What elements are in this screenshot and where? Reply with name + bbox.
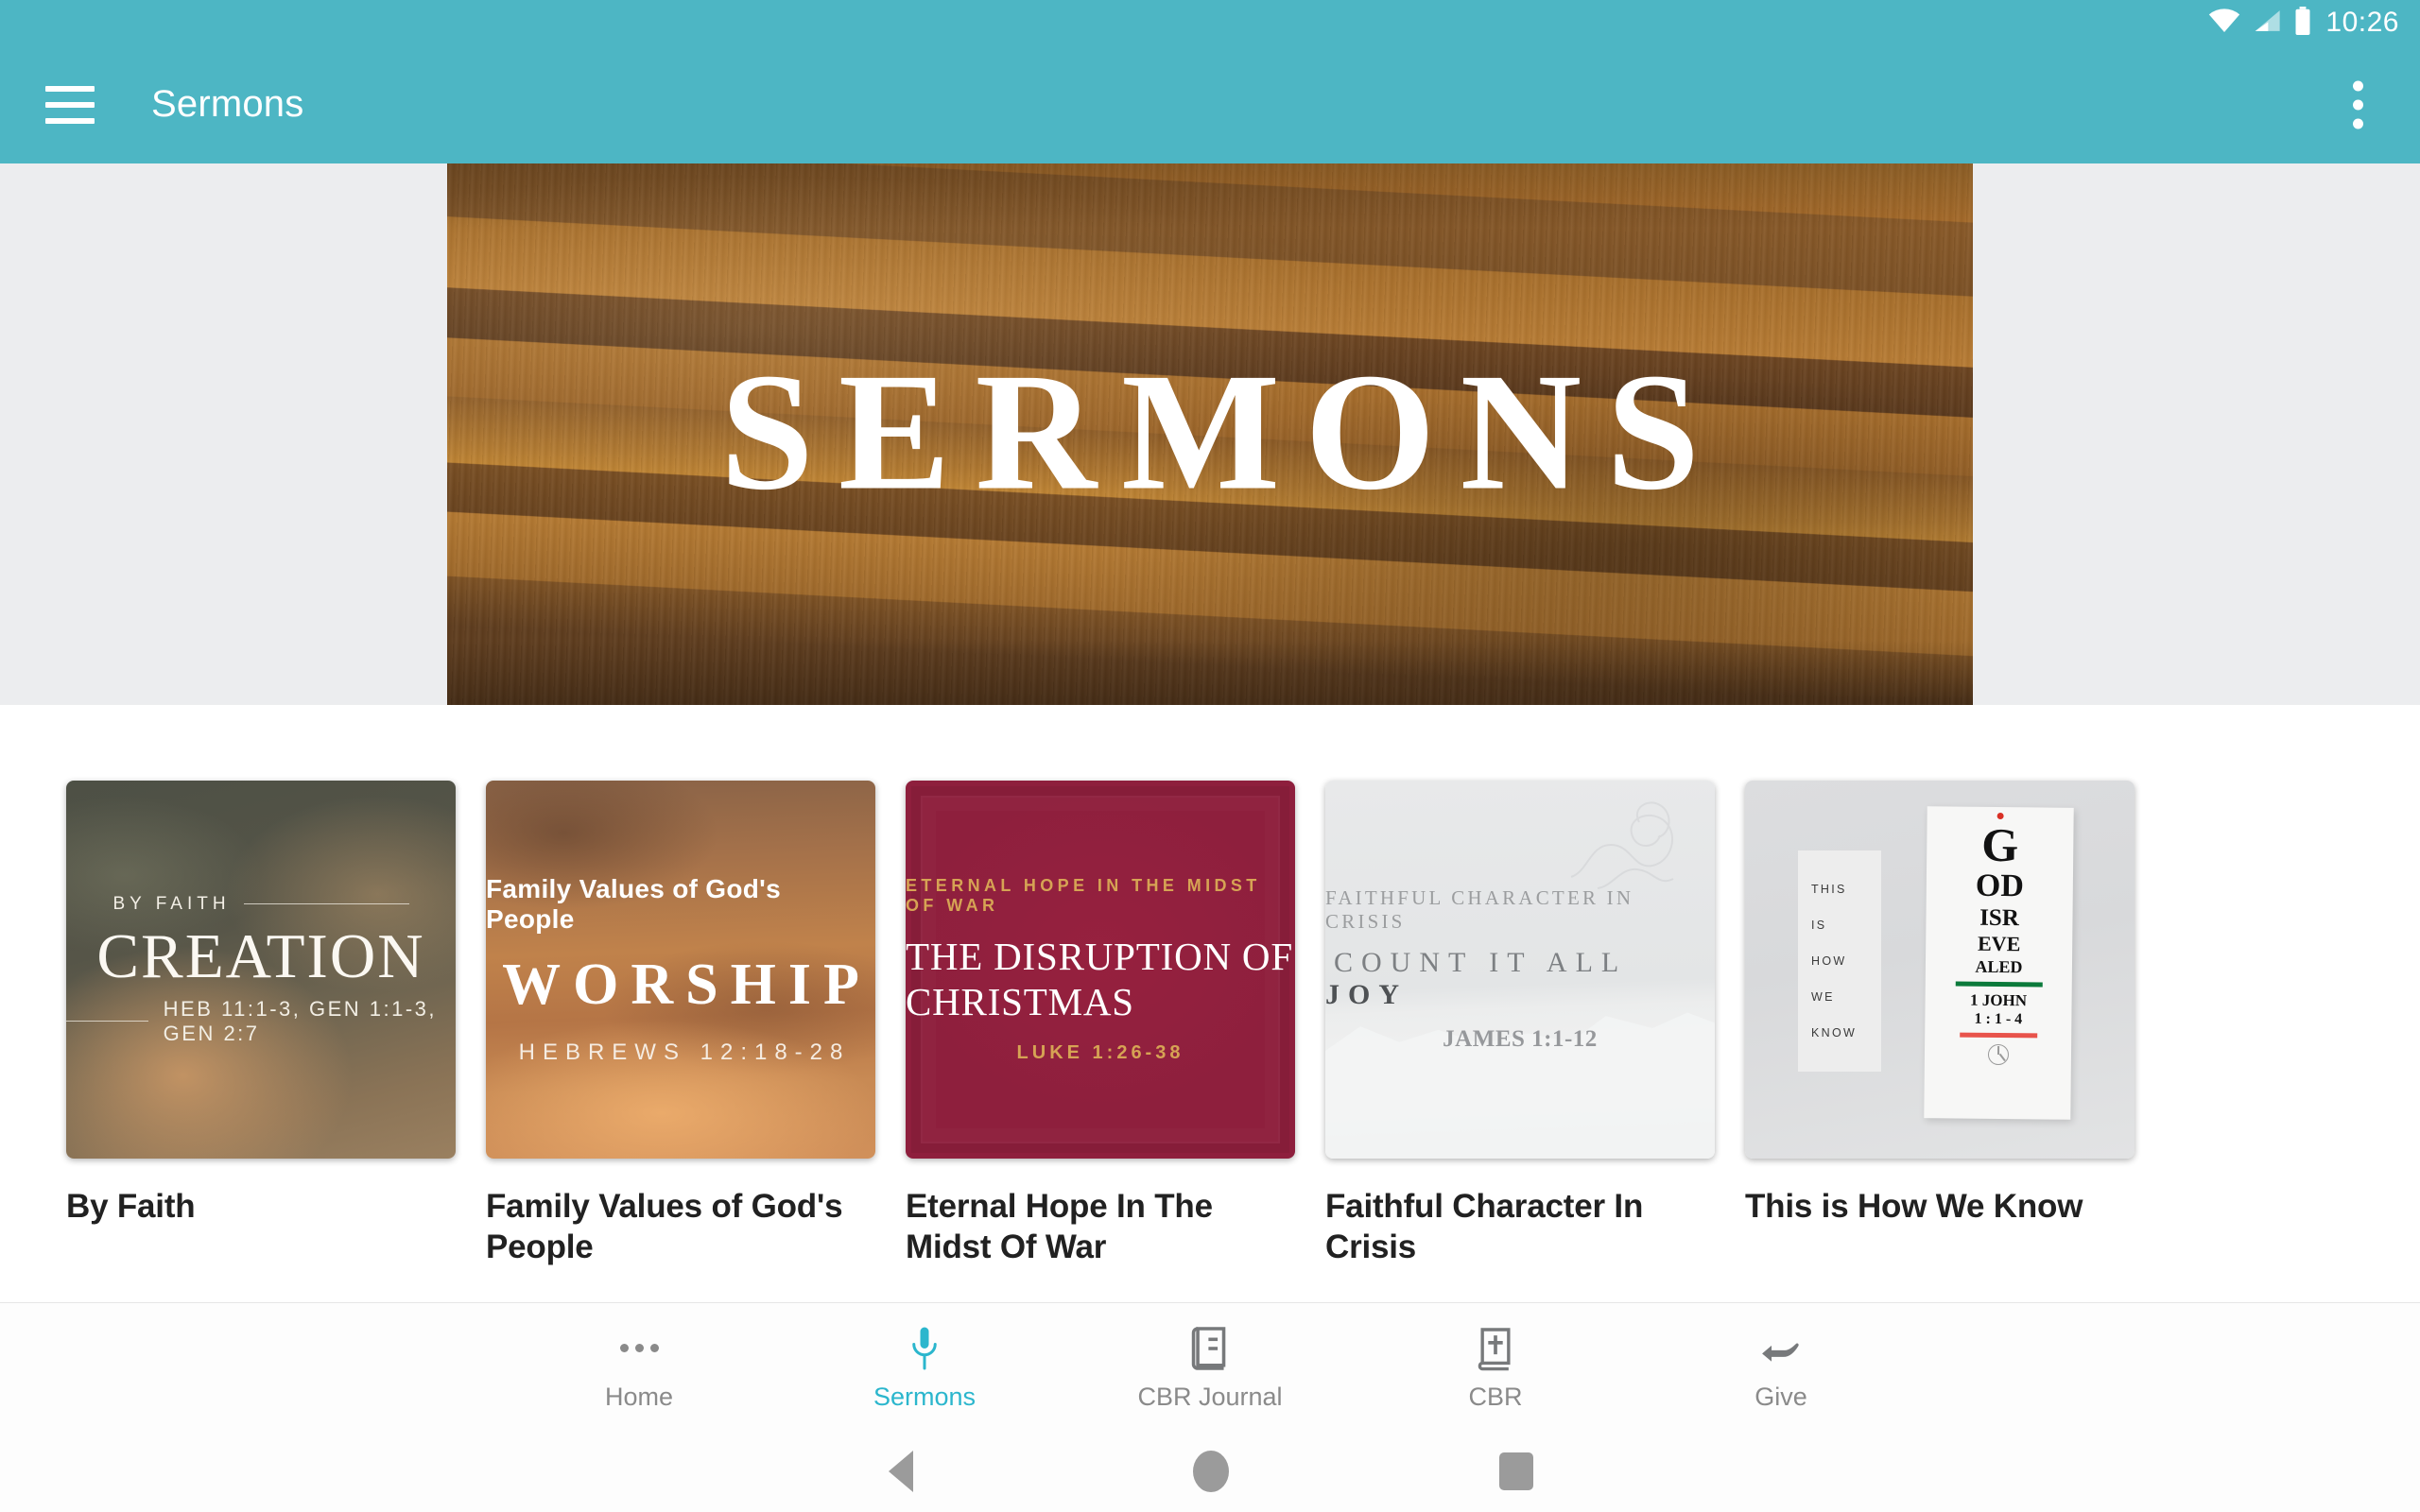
nav-label: CBR — [1468, 1382, 1523, 1411]
red-divider-bar — [1959, 1032, 2037, 1039]
eye-chart-row: EVE — [1977, 931, 2021, 956]
church-logo-icon — [1987, 1043, 2009, 1066]
sermon-card[interactable]: ETERNAL HOPE IN THE MIDST OF WAR THE DIS… — [906, 781, 1295, 1267]
open-hand-icon — [1759, 1324, 1803, 1373]
green-divider-bar — [1955, 981, 2043, 988]
eye-chart-row: G — [1981, 817, 2019, 872]
battery-icon — [2293, 6, 2312, 40]
clock: 10:26 — [2325, 7, 2399, 38]
sermon-title: This is How We Know — [1745, 1188, 2083, 1225]
hero-banner-image: SERMONS — [447, 163, 1973, 705]
status-icons — [2208, 6, 2312, 40]
microphone-icon — [908, 1324, 942, 1373]
left-panel-line: KNOW — [1811, 1026, 1858, 1040]
nav-item-give[interactable]: Give — [1638, 1324, 1924, 1410]
sermon-title: By Faith — [66, 1188, 196, 1225]
sermon-artwork-disruption-of-christmas[interactable]: ETERNAL HOPE IN THE MIDST OF WAR THE DIS… — [906, 781, 1295, 1159]
eye-chart-row: ALED — [1975, 956, 2023, 977]
bible-cross-icon — [1477, 1324, 1514, 1373]
more-horizontal-icon — [619, 1324, 659, 1373]
artwork-eyebrow: Family Values of God's People — [486, 873, 782, 934]
sermon-artwork-by-faith[interactable]: BY FAITH CREATION HEB 11:1-3, GEN 1:1-3,… — [66, 781, 456, 1159]
sermon-card[interactable]: THIS IS HOW WE KNOW G OD ISR EVE ALED 1 … — [1745, 781, 2135, 1228]
nav-item-cbr-journal[interactable]: CBR Journal — [1067, 1324, 1353, 1410]
artwork-eyebrow: FAITHFUL CHARACTER IN CRISIS — [1325, 886, 1634, 933]
nav-item-sermons[interactable]: Sermons — [782, 1324, 1067, 1410]
eye-chart-reference-line: 1 : 1 - 4 — [1974, 1010, 2023, 1028]
left-panel-line: THIS — [1811, 883, 1847, 896]
left-panel-line: HOW — [1811, 954, 1847, 968]
artwork-headline: WORSHIP — [502, 952, 872, 1017]
headline-plain: COUNT IT ALL — [1334, 947, 1627, 978]
nav-label: Give — [1754, 1382, 1807, 1411]
left-panel-line: IS — [1811, 919, 1827, 932]
bottom-navigation-bar: Home Sermons CBR Journal CBR Give — [0, 1302, 2420, 1430]
back-triangle-icon[interactable] — [889, 1450, 913, 1492]
sermon-artwork-count-it-all-joy[interactable]: FAITHFUL CHARACTER IN CRISIS COUNT IT AL… — [1325, 781, 1715, 1159]
sermon-card[interactable]: FAITHFUL CHARACTER IN CRISIS COUNT IT AL… — [1325, 781, 1715, 1267]
bottom-nav-items: Home Sermons CBR Journal CBR Give — [496, 1324, 1924, 1410]
nav-label: Sermons — [873, 1382, 977, 1411]
artwork-eyebrow: ETERNAL HOPE IN THE MIDST OF WAR — [906, 875, 1261, 915]
eye-chart-row: ISR — [1979, 904, 2019, 932]
hero-title: SERMONS — [719, 336, 1725, 524]
app-bar: Sermons — [0, 45, 2420, 163]
sermon-title: Eternal Hope In The Midst Of War — [906, 1188, 1213, 1265]
cell-signal-icon — [2253, 9, 2281, 38]
sermon-artwork-worship[interactable]: Family Values of God's People WORSHIP HE… — [486, 781, 875, 1159]
nav-label: Home — [604, 1382, 674, 1411]
sermon-title: Faithful Character In Crisis — [1325, 1188, 1644, 1265]
eye-chart-reference-line: 1 JOHN — [1969, 990, 2028, 1010]
eye-chart-poster: G OD ISR EVE ALED 1 JOHN 1 : 1 - 4 — [1924, 806, 2074, 1120]
overflow-menu-icon[interactable] — [2345, 73, 2371, 136]
eye-chart-row: OD — [1975, 868, 2025, 904]
sermon-grid: BY FAITH CREATION HEB 11:1-3, GEN 1:1-3,… — [66, 781, 2354, 1267]
journal-book-icon — [1190, 1324, 1230, 1373]
sermon-title: Family Values of God's People — [486, 1188, 843, 1265]
android-system-nav-bar — [0, 1430, 2420, 1512]
sermon-card[interactable]: BY FAITH CREATION HEB 11:1-3, GEN 1:1-3,… — [66, 781, 456, 1228]
artwork-headline: CREATION — [96, 920, 425, 991]
artwork-reference: HEBREWS 12:18-28 — [518, 1039, 851, 1065]
nav-item-cbr[interactable]: CBR — [1353, 1324, 1638, 1410]
sermon-card[interactable]: Family Values of God's People WORSHIP HE… — [486, 781, 875, 1267]
artwork-left-panel: THIS IS HOW WE KNOW — [1798, 850, 1881, 1072]
artwork-reference: HEB 11:1-3, GEN 1:1-3, GEN 2:7 — [66, 997, 456, 1046]
recents-square-icon[interactable] — [1499, 1452, 1533, 1490]
page-title: Sermons — [151, 83, 304, 125]
status-bar: 10:26 — [0, 0, 2420, 45]
nav-label: CBR Journal — [1137, 1382, 1283, 1411]
nav-item-home[interactable]: Home — [496, 1324, 782, 1410]
artwork-headline: COUNT IT ALL JOY — [1325, 947, 1715, 1011]
left-panel-line: WE — [1811, 990, 1835, 1004]
headline-bold: JOY — [1325, 979, 1408, 1010]
wifi-icon — [2208, 8, 2240, 38]
sermon-artwork-this-is-how-we-know[interactable]: THIS IS HOW WE KNOW G OD ISR EVE ALED 1 … — [1745, 781, 2135, 1159]
artwork-eyebrow: BY FAITH — [112, 894, 408, 915]
artwork-reference: JAMES 1:1-12 — [1443, 1026, 1598, 1052]
home-circle-icon[interactable] — [1193, 1450, 1229, 1492]
hero-banner-area: SERMONS — [0, 163, 2420, 705]
hamburger-menu-icon[interactable] — [45, 85, 95, 124]
artwork-headline: THE DISRUPTION OF CHRISTMAS — [906, 934, 1293, 1023]
sermon-list: BY FAITH CREATION HEB 11:1-3, GEN 1:1-3,… — [0, 705, 2420, 1302]
artwork-reference: LUKE 1:26-38 — [1016, 1041, 1184, 1063]
